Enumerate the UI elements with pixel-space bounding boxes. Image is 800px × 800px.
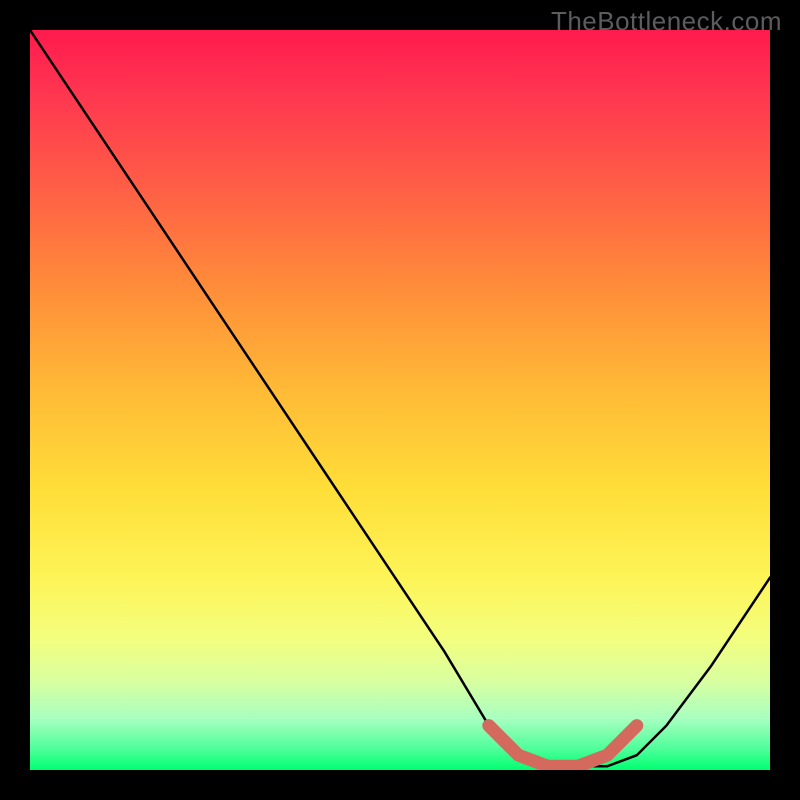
chart-frame: TheBottleneck.com [0,0,800,800]
trough-highlight [489,726,637,767]
bottleneck-curve [30,30,770,766]
plot-area [30,30,770,770]
curve-svg [30,30,770,770]
